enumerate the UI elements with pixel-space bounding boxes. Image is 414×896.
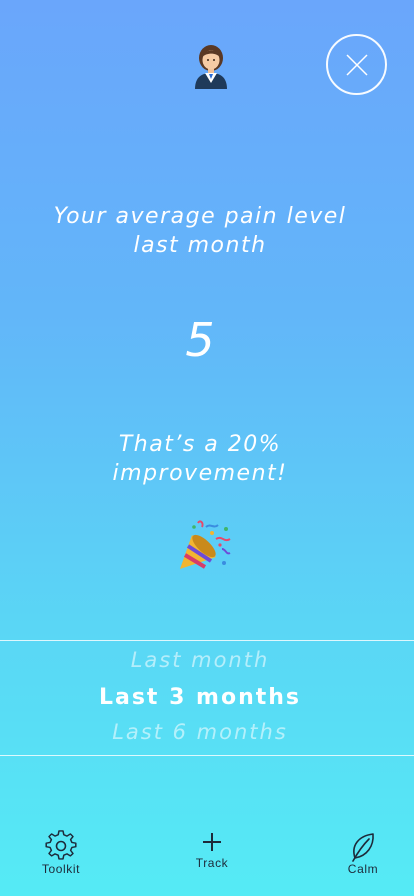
nav-label-toolkit: Toolkit bbox=[41, 862, 81, 876]
close-icon bbox=[345, 53, 369, 77]
close-button[interactable] bbox=[326, 34, 387, 95]
picker-option-last-month[interactable]: Last month bbox=[0, 648, 400, 672]
stat-title-line1: Your average pain level bbox=[53, 204, 347, 229]
time-range-picker[interactable]: Last month Last 3 months Last 6 months bbox=[0, 640, 414, 756]
picker-option-last-6-months[interactable]: Last 6 months bbox=[0, 720, 400, 744]
pain-level-value: 5 bbox=[185, 313, 215, 367]
nav-label-track: Track bbox=[195, 856, 229, 870]
improvement-message: That’s a 20% improvement! bbox=[0, 430, 400, 488]
improvement-line1: That’s a 20% bbox=[118, 432, 282, 457]
plus-icon bbox=[200, 830, 224, 856]
leaf-icon bbox=[350, 832, 376, 862]
improvement-line2: improvement! bbox=[112, 461, 288, 486]
stat-title: Your average pain level last month bbox=[0, 202, 400, 260]
nav-item-track[interactable]: Track bbox=[172, 830, 252, 870]
stat-title-line2: last month bbox=[133, 233, 267, 258]
nav-item-calm[interactable]: Calm bbox=[323, 832, 403, 876]
nav-item-toolkit[interactable]: Toolkit bbox=[21, 830, 101, 876]
nav-label-calm: Calm bbox=[347, 862, 379, 876]
picker-option-last-3-months[interactable]: Last 3 months bbox=[0, 685, 400, 710]
gear-icon bbox=[45, 830, 77, 862]
party-popper-icon bbox=[176, 519, 234, 571]
businesswoman-avatar-icon[interactable] bbox=[190, 43, 232, 89]
